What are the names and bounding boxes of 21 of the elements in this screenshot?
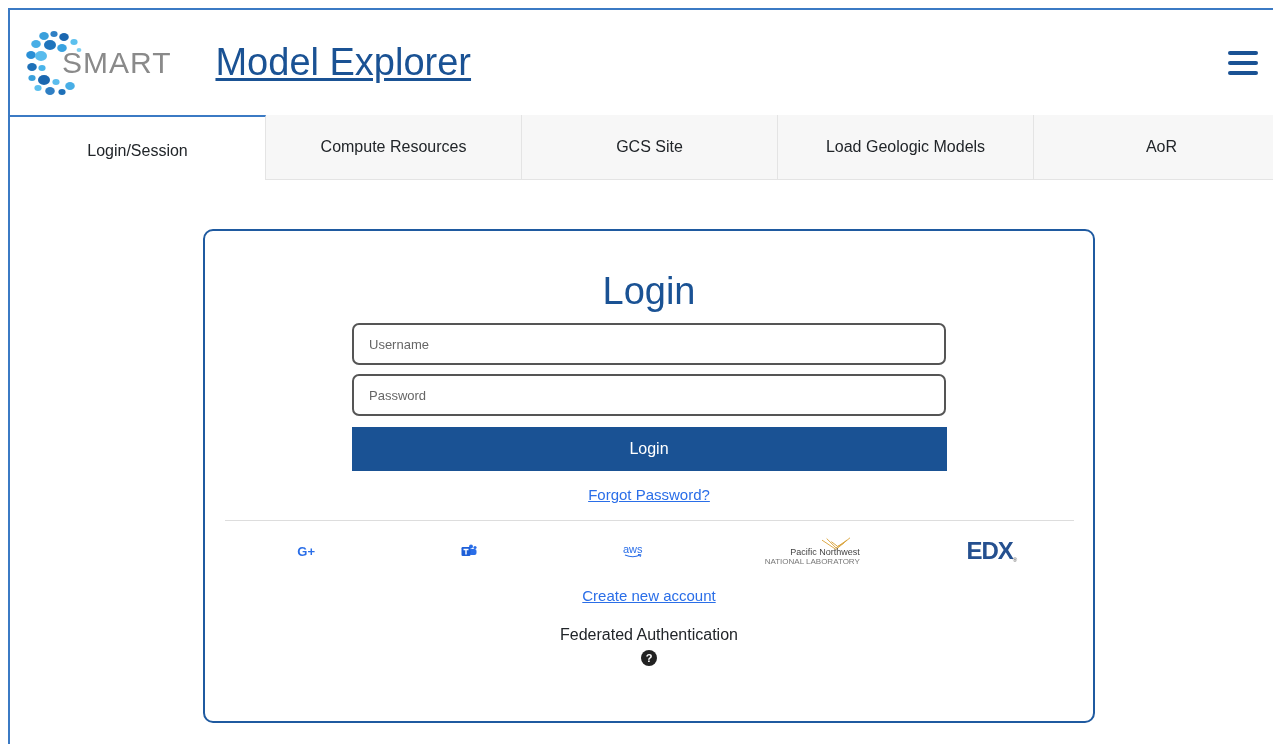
forgot-password-link[interactable]: Forgot Password? (588, 486, 710, 503)
tab[interactable]: Compute Resources (266, 115, 522, 180)
login-heading: Login (602, 269, 696, 313)
help-icon[interactable]: ? (641, 650, 657, 666)
aws-login-button[interactable]: aws (622, 544, 643, 558)
tab[interactable]: GCS Site (522, 115, 778, 180)
password-field[interactable]: Password (352, 374, 946, 416)
pnnl-login-button[interactable]: Pacific Northwest NATIONAL LABORATORY (764, 536, 860, 566)
logo-text: SMART (62, 45, 172, 80)
menu-icon[interactable] (1228, 50, 1258, 75)
username-field[interactable]: Username (352, 323, 946, 365)
teams-login-button[interactable] (461, 544, 478, 558)
tab[interactable]: Login/Session (10, 115, 266, 180)
tab[interactable]: Load Geologic Models (778, 115, 1034, 180)
smile-arrow-icon (623, 554, 642, 558)
app-title-link[interactable]: Model Explorer (215, 41, 472, 84)
login-button[interactable]: Login (351, 427, 947, 471)
tab[interactable]: AoR (1034, 115, 1273, 180)
create-account-link[interactable]: Create new account (582, 587, 716, 604)
federated-authentication-label: Federated Authentication (560, 626, 738, 644)
google-login-button[interactable]: G+ (297, 543, 315, 559)
